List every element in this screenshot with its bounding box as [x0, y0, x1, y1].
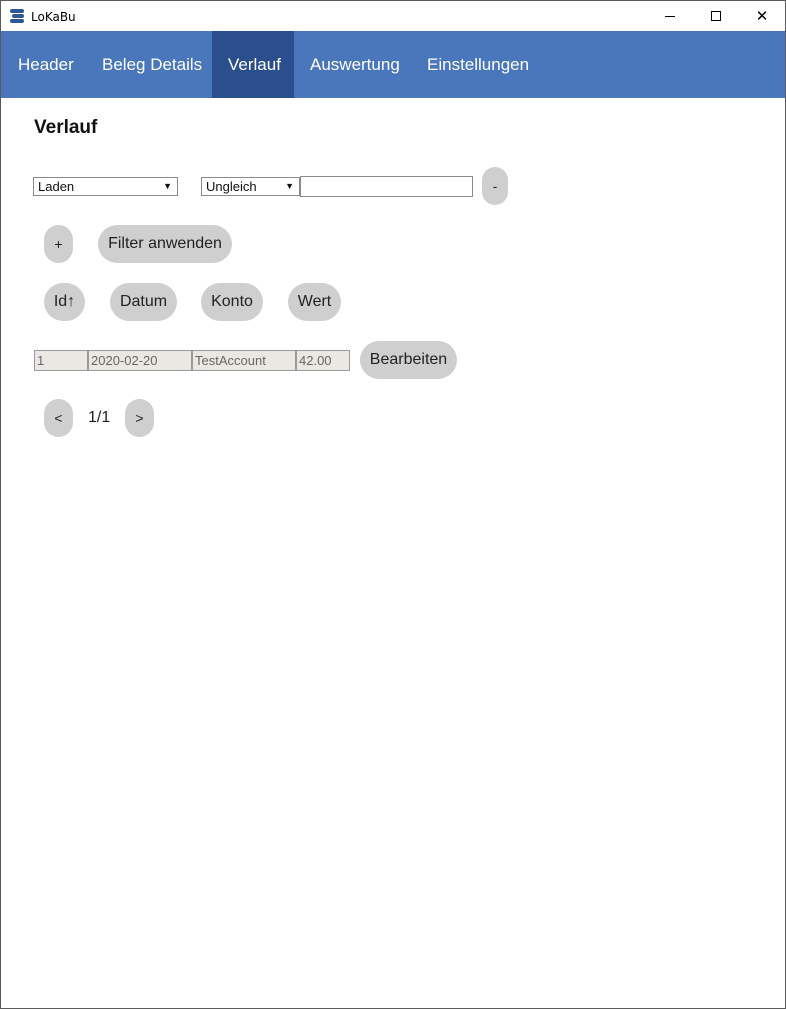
stack-icon [9, 8, 25, 24]
tab-header[interactable]: Header [2, 31, 90, 98]
tab-beleg-details[interactable]: Beleg Details [86, 31, 218, 98]
title-bar: LoKaBu ✕ [1, 1, 785, 31]
page-title: Verlauf [34, 117, 98, 138]
filter-operator-value: Ungleich [206, 179, 257, 194]
sort-value-button[interactable]: Wert [288, 283, 341, 321]
main-nav: Header Beleg Details Verlauf Auswertung … [1, 31, 785, 98]
sort-date-button[interactable]: Datum [110, 283, 177, 321]
tab-einstellungen[interactable]: Einstellungen [411, 31, 545, 98]
filter-field-select[interactable]: Laden ▼ [33, 177, 178, 196]
row-value-cell: 42.00 [296, 350, 350, 371]
add-filter-button[interactable]: + [44, 225, 73, 263]
minimize-icon [665, 15, 675, 17]
next-page-button[interactable]: > [125, 399, 154, 437]
sort-id-button[interactable]: Id↑ [44, 283, 85, 321]
edit-row-button[interactable]: Bearbeiten [360, 341, 457, 379]
app-window: LoKaBu ✕ Header Beleg Details Verlauf Au… [0, 0, 786, 1009]
tab-verlauf[interactable]: Verlauf [212, 31, 294, 98]
filter-operator-select[interactable]: Ungleich ▼ [201, 177, 300, 196]
maximize-icon [711, 11, 721, 21]
prev-page-button[interactable]: < [44, 399, 73, 437]
window-title: LoKaBu [31, 10, 76, 24]
apply-filter-button[interactable]: Filter anwenden [98, 225, 232, 263]
minimize-button[interactable] [647, 1, 693, 31]
row-date-cell: 2020-02-20 [88, 350, 192, 371]
dropdown-arrow-icon: ▼ [285, 181, 294, 191]
row-account-cell: TestAccount [192, 350, 296, 371]
row-id-cell: 1 [34, 350, 88, 371]
maximize-button[interactable] [693, 1, 739, 31]
tab-auswertung[interactable]: Auswertung [294, 31, 416, 98]
remove-filter-button[interactable]: - [482, 167, 508, 205]
filter-value-input[interactable] [300, 176, 473, 197]
page-indicator: 1/1 [88, 409, 111, 426]
sort-account-button[interactable]: Konto [201, 283, 263, 321]
close-icon: ✕ [755, 7, 769, 25]
filter-field-value: Laden [38, 179, 75, 194]
close-button[interactable]: ✕ [739, 1, 785, 31]
dropdown-arrow-icon: ▼ [163, 181, 172, 191]
